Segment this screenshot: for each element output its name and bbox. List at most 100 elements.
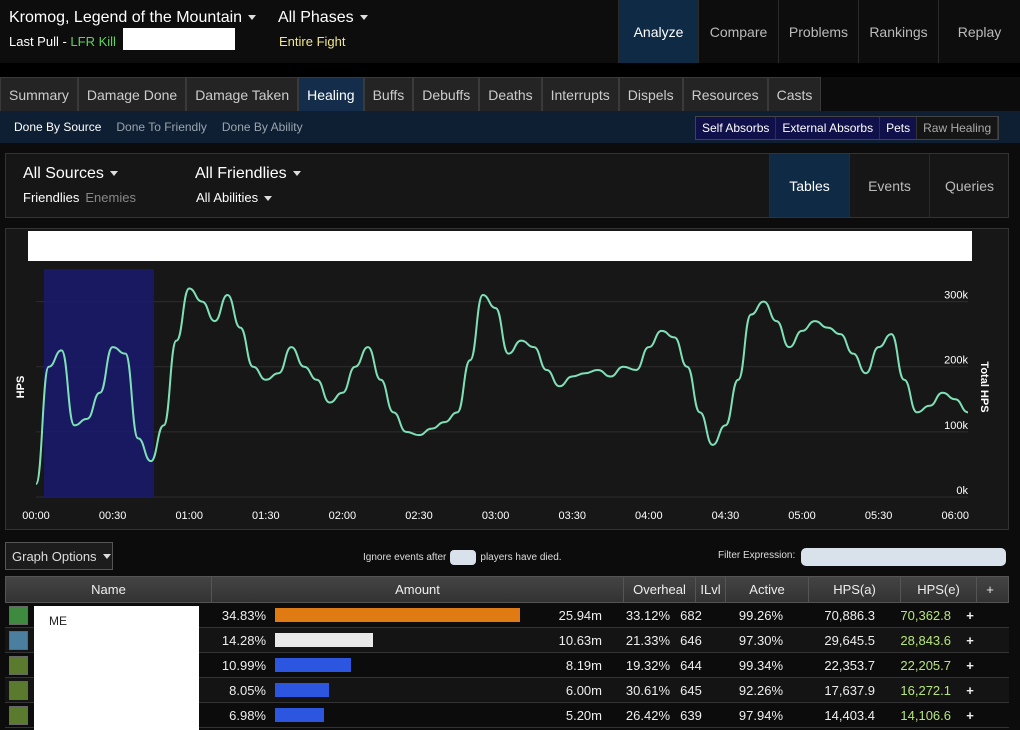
phase-selector[interactable]: All Phases [278,9,368,27]
y-tick-label: 0k [956,485,968,497]
ignore-suffix: players have died. [480,552,562,563]
x-tick-label: 04:30 [712,510,740,522]
hps-graph[interactable]: 300k 200k 100k 0k 00:00 00:30 01:00 01:30 02:00… [5,228,1009,530]
phase-label: All Phases [278,9,354,26]
toggle-raw-healing[interactable]: Raw Healing [917,117,999,139]
amount-bar-cell [271,628,543,652]
active-value: 92.26% [738,683,783,698]
amount-bar [275,708,324,722]
expand-button[interactable]: + [957,678,983,702]
expand-button[interactable]: + [957,703,983,727]
active-value: 97.30% [738,633,783,648]
chevron-down-icon [102,553,111,559]
filter-expression-input[interactable] [801,548,1006,566]
subtab-done-by-ability[interactable]: Done By Ability [222,120,303,134]
hps-a-value: 29,645.5 [824,633,875,648]
active-value: 99.34% [738,658,783,673]
hps-a-value: 22,353.7 [824,658,875,673]
chevron-down-icon [264,196,273,202]
tab-resources[interactable]: Resources [682,77,768,111]
amount-percent: 14.28% [221,633,266,648]
tab-casts[interactable]: Casts [767,77,822,111]
nav-replay[interactable]: Replay [938,0,1020,63]
ignore-label: Ignore events after [363,552,447,563]
overheal-value: 21.33% [625,633,670,648]
nav-rankings[interactable]: Rankings [858,0,938,63]
abilities-selector[interactable]: All Abilities [196,190,273,205]
hps-series-line [35,287,969,485]
header-active[interactable]: Active [726,577,809,602]
header-hps-e[interactable]: HPS(e) [901,577,977,602]
amount-total: 10.63m [558,633,602,648]
overheal-value: 26.42% [625,708,670,723]
tab-summary[interactable]: Summary [0,77,78,111]
tab-damage-taken[interactable]: Damage Taken [186,77,299,111]
x-tick-label: 00:30 [99,510,127,522]
tab-deaths[interactable]: Deaths [479,77,542,111]
x-tick-label: 00:00 [22,510,50,522]
tab-buffs[interactable]: Buffs [363,77,414,111]
hps-chart[interactable]: 300k 200k 100k 0k 00:00 00:30 01:00 01:30 02:00… [6,229,1010,531]
graph-options-button[interactable]: Graph Options [5,542,113,570]
amount-bar-cell [271,703,543,727]
toggle-self-absorbs[interactable]: Self Absorbs [696,117,777,139]
y-tick-label: 200k [944,355,968,367]
enemies-link[interactable]: Enemies [85,190,136,205]
tab-interrupts[interactable]: Interrupts [541,77,619,111]
view-events[interactable]: Events [849,154,929,217]
spec-icon [8,705,28,725]
view-queries[interactable]: Queries [929,154,1009,217]
encounter-selector[interactable]: Kromog, Legend of the Mountain [9,9,257,27]
toggle-pets[interactable]: Pets [880,117,918,139]
spec-icon [8,655,28,675]
graph-options-label: Graph Options [12,548,97,564]
toggle-external-absorbs[interactable]: External Absorbs [776,117,881,139]
amount-total: 5.20m [565,708,602,723]
spec-icon [8,680,28,700]
hps-e-value: 28,843.6 [900,633,951,648]
table-header: Name Amount Overheal ILvl Active HPS(a) … [5,576,1009,603]
tab-debuffs[interactable]: Debuffs [413,77,480,111]
view-tables[interactable]: Tables [769,154,849,217]
hps-a-value: 14,403.4 [824,708,875,723]
nav-compare[interactable]: Compare [698,0,778,63]
nav-problems[interactable]: Problems [778,0,858,63]
amount-bar [275,633,373,647]
death-count-input[interactable] [450,550,477,565]
x-tick-label: 05:30 [865,510,893,522]
targets-selector[interactable]: All Friendlies [195,165,301,183]
nav-analyze[interactable]: Analyze [618,0,698,63]
tab-healing[interactable]: Healing [298,77,364,111]
ilvl-value: 639 [680,708,702,723]
expand-button[interactable]: + [957,603,983,627]
amount-total: 6.00m [565,683,602,698]
x-tick-label: 04:00 [635,510,663,522]
header-plus[interactable]: + [977,577,1003,602]
subtab-links: Done By Source Done To Friendly Done By … [14,120,303,134]
header-overheal[interactable]: Overheal [624,577,696,602]
header-hps-a[interactable]: HPS(a) [809,577,901,602]
y-axis-label-right: Total HPS [978,361,990,412]
subtab-done-by-source[interactable]: Done By Source [14,120,101,134]
subtab-done-to-friendly[interactable]: Done To Friendly [116,120,207,134]
last-pull: Last Pull - LFR Kill [9,34,116,49]
friendlies-link[interactable]: Friendlies [23,190,79,205]
x-tick-label: 01:00 [175,510,203,522]
overheal-value: 30.61% [625,683,670,698]
header-name[interactable]: Name [6,577,212,602]
header-amount[interactable]: Amount [212,577,624,602]
active-value: 97.94% [738,708,783,723]
expand-button[interactable]: + [957,628,983,652]
sources-selector[interactable]: All Sources [23,165,118,183]
header-ilvl[interactable]: ILvl [696,577,726,602]
selection-range[interactable] [44,269,154,497]
class-icon-cell [5,628,31,652]
x-tick-label: 02:30 [405,510,433,522]
amount-percent: 6.98% [229,708,266,723]
tab-dispels[interactable]: Dispels [618,77,683,111]
tab-damage-done[interactable]: Damage Done [77,77,187,111]
top-header: Kromog, Legend of the Mountain Last Pull… [0,0,1020,63]
expand-button[interactable]: + [957,653,983,677]
filter-expression-label: Filter Expression: [718,550,796,561]
x-tick-label: 06:00 [941,510,969,522]
